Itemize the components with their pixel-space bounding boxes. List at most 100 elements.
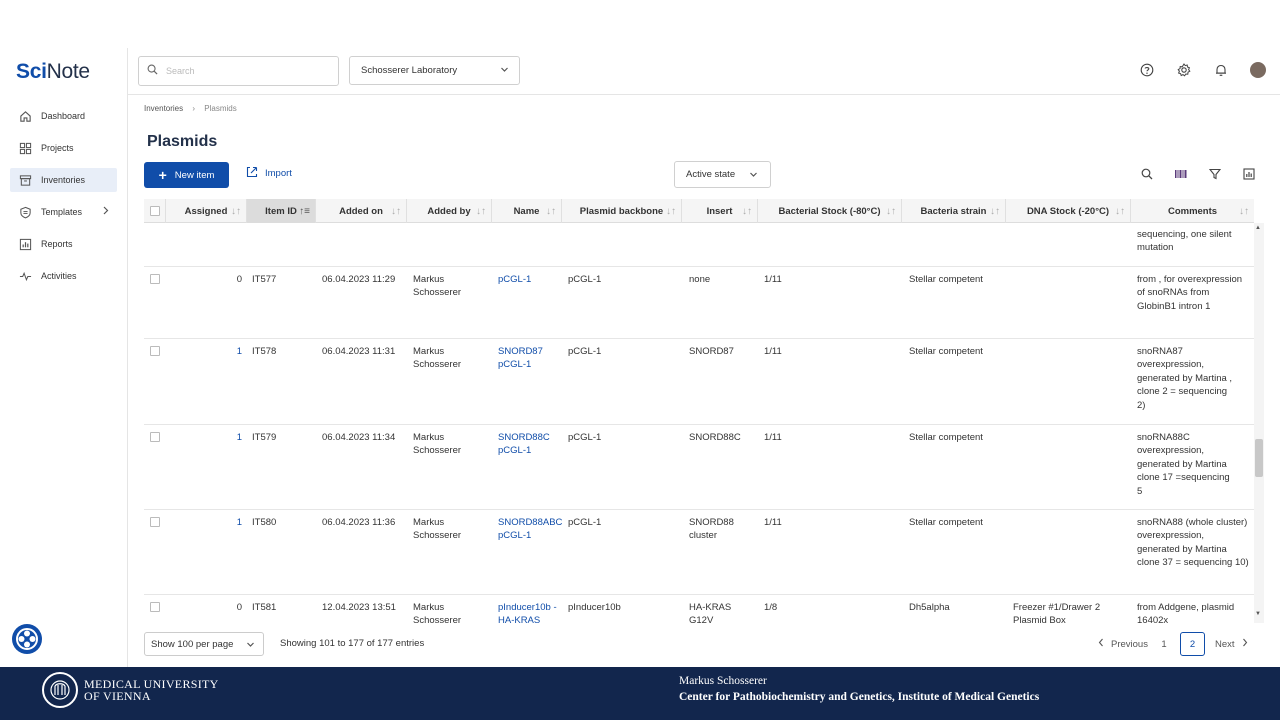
row-checkbox-cell: [150, 602, 160, 616]
row-checkbox[interactable]: [150, 274, 160, 284]
cell-backbone: pCGL-1: [568, 346, 602, 357]
entries-info: Showing 101 to 177 of 177 entries: [280, 638, 425, 649]
top-bar: Schosserer Laboratory: [128, 48, 1280, 95]
import-button[interactable]: Import: [246, 166, 292, 181]
pagination: Previous 1 2 Next: [1098, 632, 1248, 656]
barcode-icon[interactable]: [1173, 166, 1189, 182]
table-row[interactable]: 1 IT579 06.04.2023 11:34 Markus Schosser…: [144, 425, 1254, 510]
pagination-next[interactable]: Next: [1215, 632, 1248, 656]
cell-name-link[interactable]: SNORD87 pCGL-1: [498, 345, 560, 372]
team-select[interactable]: Schosserer Laboratory: [349, 56, 520, 85]
cell-name-link[interactable]: pInducer10b -HA-KRAS: [498, 601, 560, 623]
search-box[interactable]: [138, 56, 339, 86]
chart-icon[interactable]: [1241, 166, 1257, 182]
table-header: Assigned ↓↑ Item ID ↑≡ Added on ↓↑ Added by…: [144, 199, 1254, 223]
search-icon[interactable]: [1139, 166, 1155, 182]
cell-added-on: 06.04.2023 11:36: [322, 517, 396, 528]
select-all-checkbox[interactable]: [149, 206, 160, 216]
scroll-down-icon[interactable]: ▼: [1255, 611, 1261, 617]
sidebar-item-projects[interactable]: Projects: [10, 136, 117, 160]
sidebar-item-templates[interactable]: Templates: [10, 200, 117, 224]
chevron-right-icon: ›: [192, 104, 196, 113]
column-label: Item ID: [265, 205, 297, 217]
chevron-right-icon[interactable]: [102, 206, 109, 218]
row-checkbox[interactable]: [150, 602, 160, 612]
support-widget-icon[interactable]: [12, 624, 42, 654]
chevron-down-icon: [500, 65, 509, 77]
filter-icon[interactable]: [1207, 166, 1223, 182]
table-row[interactable]: 0 IT577 06.04.2023 11:29 Markus Schosser…: [144, 267, 1254, 339]
row-checkbox[interactable]: [150, 346, 160, 356]
column-header-insert[interactable]: Insert ↓↑: [682, 199, 758, 223]
avatar[interactable]: [1250, 62, 1266, 78]
column-header-comments[interactable]: Comments ↓↑: [1131, 199, 1254, 223]
gear-icon[interactable]: [1176, 62, 1192, 78]
sort-icon: ↓↑: [546, 205, 556, 217]
cell-name-link[interactable]: pCGL-1: [498, 273, 560, 286]
plus-icon: +: [158, 167, 167, 183]
row-checkbox[interactable]: [150, 432, 160, 442]
table-scrollbar[interactable]: ▲ ▼: [1254, 223, 1264, 623]
pagination-previous[interactable]: Previous: [1098, 632, 1148, 656]
sidebar-item-dashboard[interactable]: Dashboard: [10, 104, 117, 128]
table-row[interactable]: 0 IT581 12.04.2023 13:51 Markus Schosser…: [144, 595, 1254, 623]
cell-bacterial-stock: 1/11: [764, 346, 782, 357]
presenter-name: Markus Schosserer: [679, 675, 767, 687]
sidebar-item-label: Reports: [41, 239, 73, 249]
new-item-button[interactable]: + New item: [144, 162, 229, 188]
cell-added-by: Markus Schosserer: [413, 346, 462, 371]
cell-name-link[interactable]: SNORD88ABC pCGL-1: [498, 516, 562, 543]
sidebar-item-reports[interactable]: Reports: [10, 232, 117, 256]
sidebar-item-inventories[interactable]: Inventories: [10, 168, 117, 192]
column-header-name[interactable]: Name ↓↑: [492, 199, 562, 223]
column-header-item-id[interactable]: Item ID ↑≡: [247, 199, 316, 223]
sort-icon: ↓↑: [1239, 205, 1249, 217]
row-checkbox[interactable]: [150, 517, 160, 527]
per-page-select[interactable]: Show 100 per page: [144, 632, 264, 656]
column-header-added-by[interactable]: Added by ↓↑: [407, 199, 492, 223]
table-row[interactable]: 1 IT578 06.04.2023 11:31 Markus Schosser…: [144, 339, 1254, 425]
cell-assigned[interactable]: 1: [166, 431, 242, 444]
cell-name-link[interactable]: SNORD88C pCGL-1: [498, 431, 560, 458]
column-label: Insert: [706, 205, 733, 217]
search-icon: [147, 64, 158, 78]
cell-assigned[interactable]: 0: [166, 601, 242, 614]
cell-added-by: Markus Schosserer: [413, 602, 462, 623]
column-header-bacteria-strain[interactable]: Bacteria strain ↓↑: [902, 199, 1006, 223]
column-label: Name: [513, 205, 540, 217]
scinote-logo[interactable]: SciNote: [16, 60, 90, 84]
scroll-up-icon[interactable]: ▲: [1255, 225, 1261, 231]
column-header-plasmid-backbone[interactable]: Plasmid backbone ↓↑: [562, 199, 682, 223]
column-header-assigned[interactable]: Assigned ↓↑: [166, 199, 247, 223]
import-icon: [246, 166, 258, 181]
chevron-left-icon: [1098, 638, 1104, 650]
cell-assigned[interactable]: 0: [166, 273, 242, 286]
pagination-page-2[interactable]: 2: [1179, 632, 1205, 656]
help-icon[interactable]: [1139, 62, 1155, 78]
cell-item-id: IT577: [252, 274, 277, 285]
active-state-select[interactable]: Active state: [674, 161, 771, 188]
cell-assigned[interactable]: 1: [166, 345, 242, 358]
inventory-table: Assigned ↓↑ Item ID ↑≡ Added on ↓↑ Added by…: [144, 199, 1254, 623]
chevron-down-icon: [246, 640, 255, 652]
column-header-bacterial-stock[interactable]: Bacterial Stock (-80°C) ↓↑: [758, 199, 902, 223]
scrollbar-thumb[interactable]: [1255, 439, 1263, 477]
column-header-dna-stock[interactable]: DNA Stock (-20°C) ↓↑: [1006, 199, 1131, 223]
table-row[interactable]: 1 IT580 06.04.2023 11:36 Markus Schosser…: [144, 510, 1254, 595]
projects-icon: [18, 141, 32, 155]
column-header-added-on[interactable]: Added on ↓↑: [316, 199, 407, 223]
table-tools: [1139, 166, 1257, 182]
row-checkbox-cell: [150, 346, 160, 360]
cell-assigned[interactable]: 1: [166, 516, 242, 529]
bell-icon[interactable]: [1213, 62, 1229, 78]
column-label: Added by: [427, 205, 471, 217]
university-logo: MEDICAL UNIVERSITY OF VIENNA: [42, 672, 219, 708]
pagination-page-1[interactable]: 1: [1148, 632, 1180, 656]
row-checkbox-cell: [150, 432, 160, 446]
page-title: Plasmids: [147, 133, 218, 150]
sidebar-item-activities[interactable]: Activities: [10, 264, 117, 288]
cell-bacteria-strain: Stellar competent: [909, 346, 983, 357]
search-input[interactable]: [166, 66, 326, 76]
logo-note: Note: [46, 60, 90, 83]
breadcrumb-inventories[interactable]: Inventories: [144, 104, 183, 113]
